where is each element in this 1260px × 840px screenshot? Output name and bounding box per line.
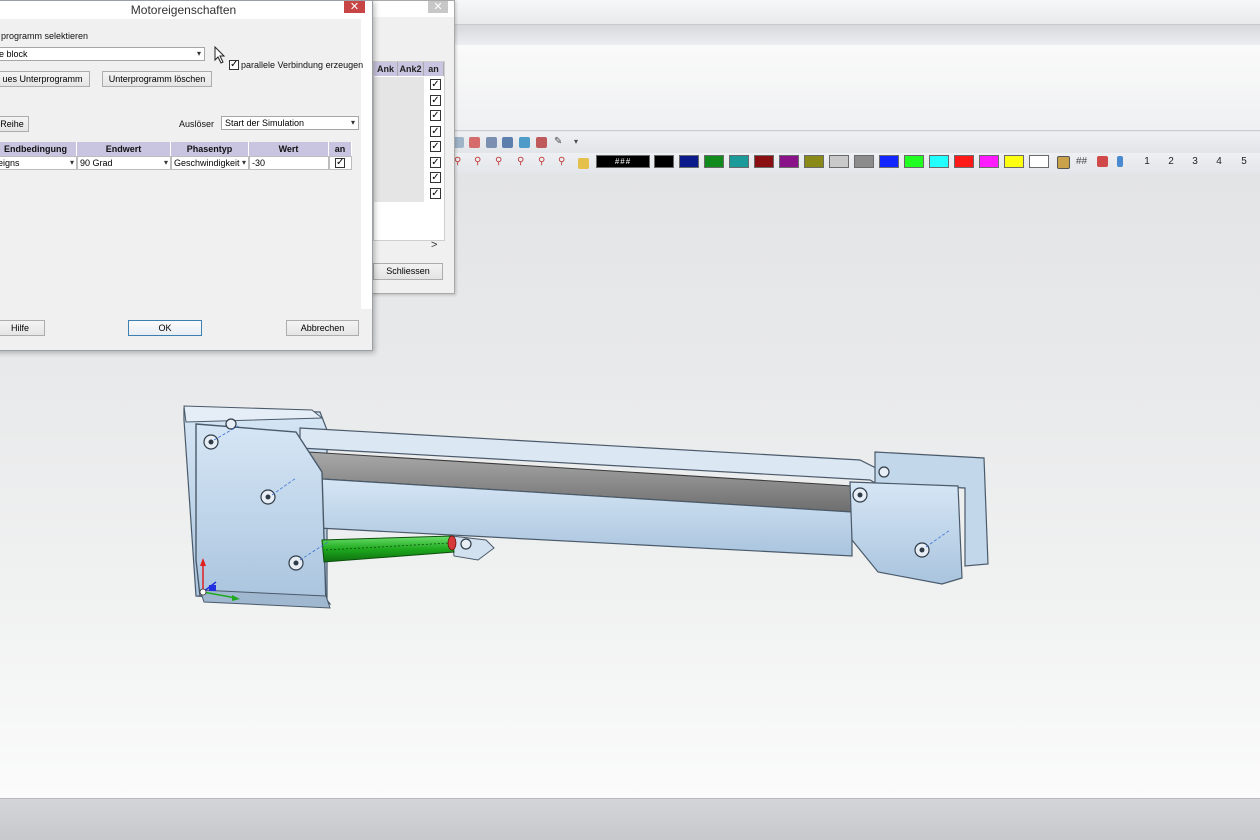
row-checkbox[interactable]: ✓ [430,110,441,121]
chevron-down-icon: ▾ [163,158,168,167]
active-cell: ✓ [329,156,352,170]
hinge-tab [451,535,495,561]
dialog-footer: Hilfe OK Abbrechen [0,309,372,350]
grid-header-ank2: Ank2 [398,62,424,76]
grid-header-endwert: Endwert [77,142,171,156]
bolt-hole [460,538,472,550]
bolt-hole [878,466,890,478]
left-bracket-front [195,423,327,605]
grid-header-endbedingung: Endbedingung [0,142,77,156]
delete-subprogram-button[interactable]: Unterprogramm löschen [102,71,212,87]
active-checkbox[interactable]: ✓ [335,158,345,168]
value-cell[interactable]: -30 [249,156,329,170]
grid-header-an: an [329,142,352,156]
row-checkbox[interactable]: ✓ [430,95,441,106]
trigger-select[interactable]: Start der Simulation ▾ [221,116,359,130]
motor-properties-dialog: Motoreigenschaften ✕ programm selektiere… [0,0,373,351]
phase-type-cell[interactable]: Geschwindigkeit ▾ [171,156,249,170]
row-checkbox[interactable]: ✓ [430,188,441,199]
cad-application: ✎ ▾ ⚲ ⚲ ⚲ ⚲ ⚲ ⚲ ### ## 1 2 3 4 5 ✕ Ank A… [0,0,1260,840]
row-checkbox[interactable]: ✓ [430,126,441,137]
grid-header-phasentyp: Phasentyp [171,142,249,156]
new-subprogram-button[interactable]: ues Unterprogramm [0,71,90,87]
dialog-body: programm selektieren e block ▾ ✓ paralle… [0,19,364,309]
help-button[interactable]: Hilfe [0,320,45,336]
ok-button[interactable]: OK [128,320,202,336]
end-value-cell[interactable]: 90 Grad ▾ [77,156,171,170]
row-checkbox[interactable]: ✓ [430,157,441,168]
actuator-cylinder [321,535,455,563]
scroll-right-icon[interactable]: > [431,239,437,251]
end-condition-cell[interactable]: eigns ▾ [0,156,77,170]
chevron-down-icon: ▾ [241,158,246,167]
close-icon[interactable]: ✕ [344,1,365,13]
motor-phase-grid: Endbedingung Endwert Phasentyp Wert an e… [0,142,352,170]
chevron-down-icon: ▾ [196,49,201,58]
actuator-end-cap [447,535,457,551]
chevron-down-icon: ▾ [350,118,355,127]
row-button[interactable]: Reihe [0,116,29,132]
chevron-down-icon: ▾ [69,158,74,167]
row-checkbox[interactable]: ✓ [430,172,441,183]
close-icon[interactable]: ✕ [428,1,448,13]
parallel-connection-checkbox[interactable]: ✓ [229,60,239,70]
grid-header-wert: Wert [249,142,329,156]
row-checkbox[interactable]: ✓ [430,141,441,152]
subprogram-label: programm selektieren [1,31,89,41]
subprogram-select[interactable]: e block ▾ [0,47,205,61]
close-button[interactable]: Schliessen [373,263,443,280]
cancel-button[interactable]: Abbrechen [286,320,359,336]
parallel-connection-label: parallele Verbindung erzeugen [241,60,364,70]
status-bar [0,798,1260,840]
grid-header-an: an [424,62,444,76]
mouse-cursor-icon [214,46,226,64]
bolt-hole [225,418,237,430]
row-checkbox[interactable]: ✓ [430,79,441,90]
background-dialog-grid: Ank Ank2 an ✓ ✓ ✓ ✓ ✓ ✓ ✓ ✓ [373,61,445,241]
trigger-label: Auslöser [179,119,215,129]
grid-header-ank: Ank [374,62,398,76]
dialog-title: Motoreigenschaften [130,3,237,17]
